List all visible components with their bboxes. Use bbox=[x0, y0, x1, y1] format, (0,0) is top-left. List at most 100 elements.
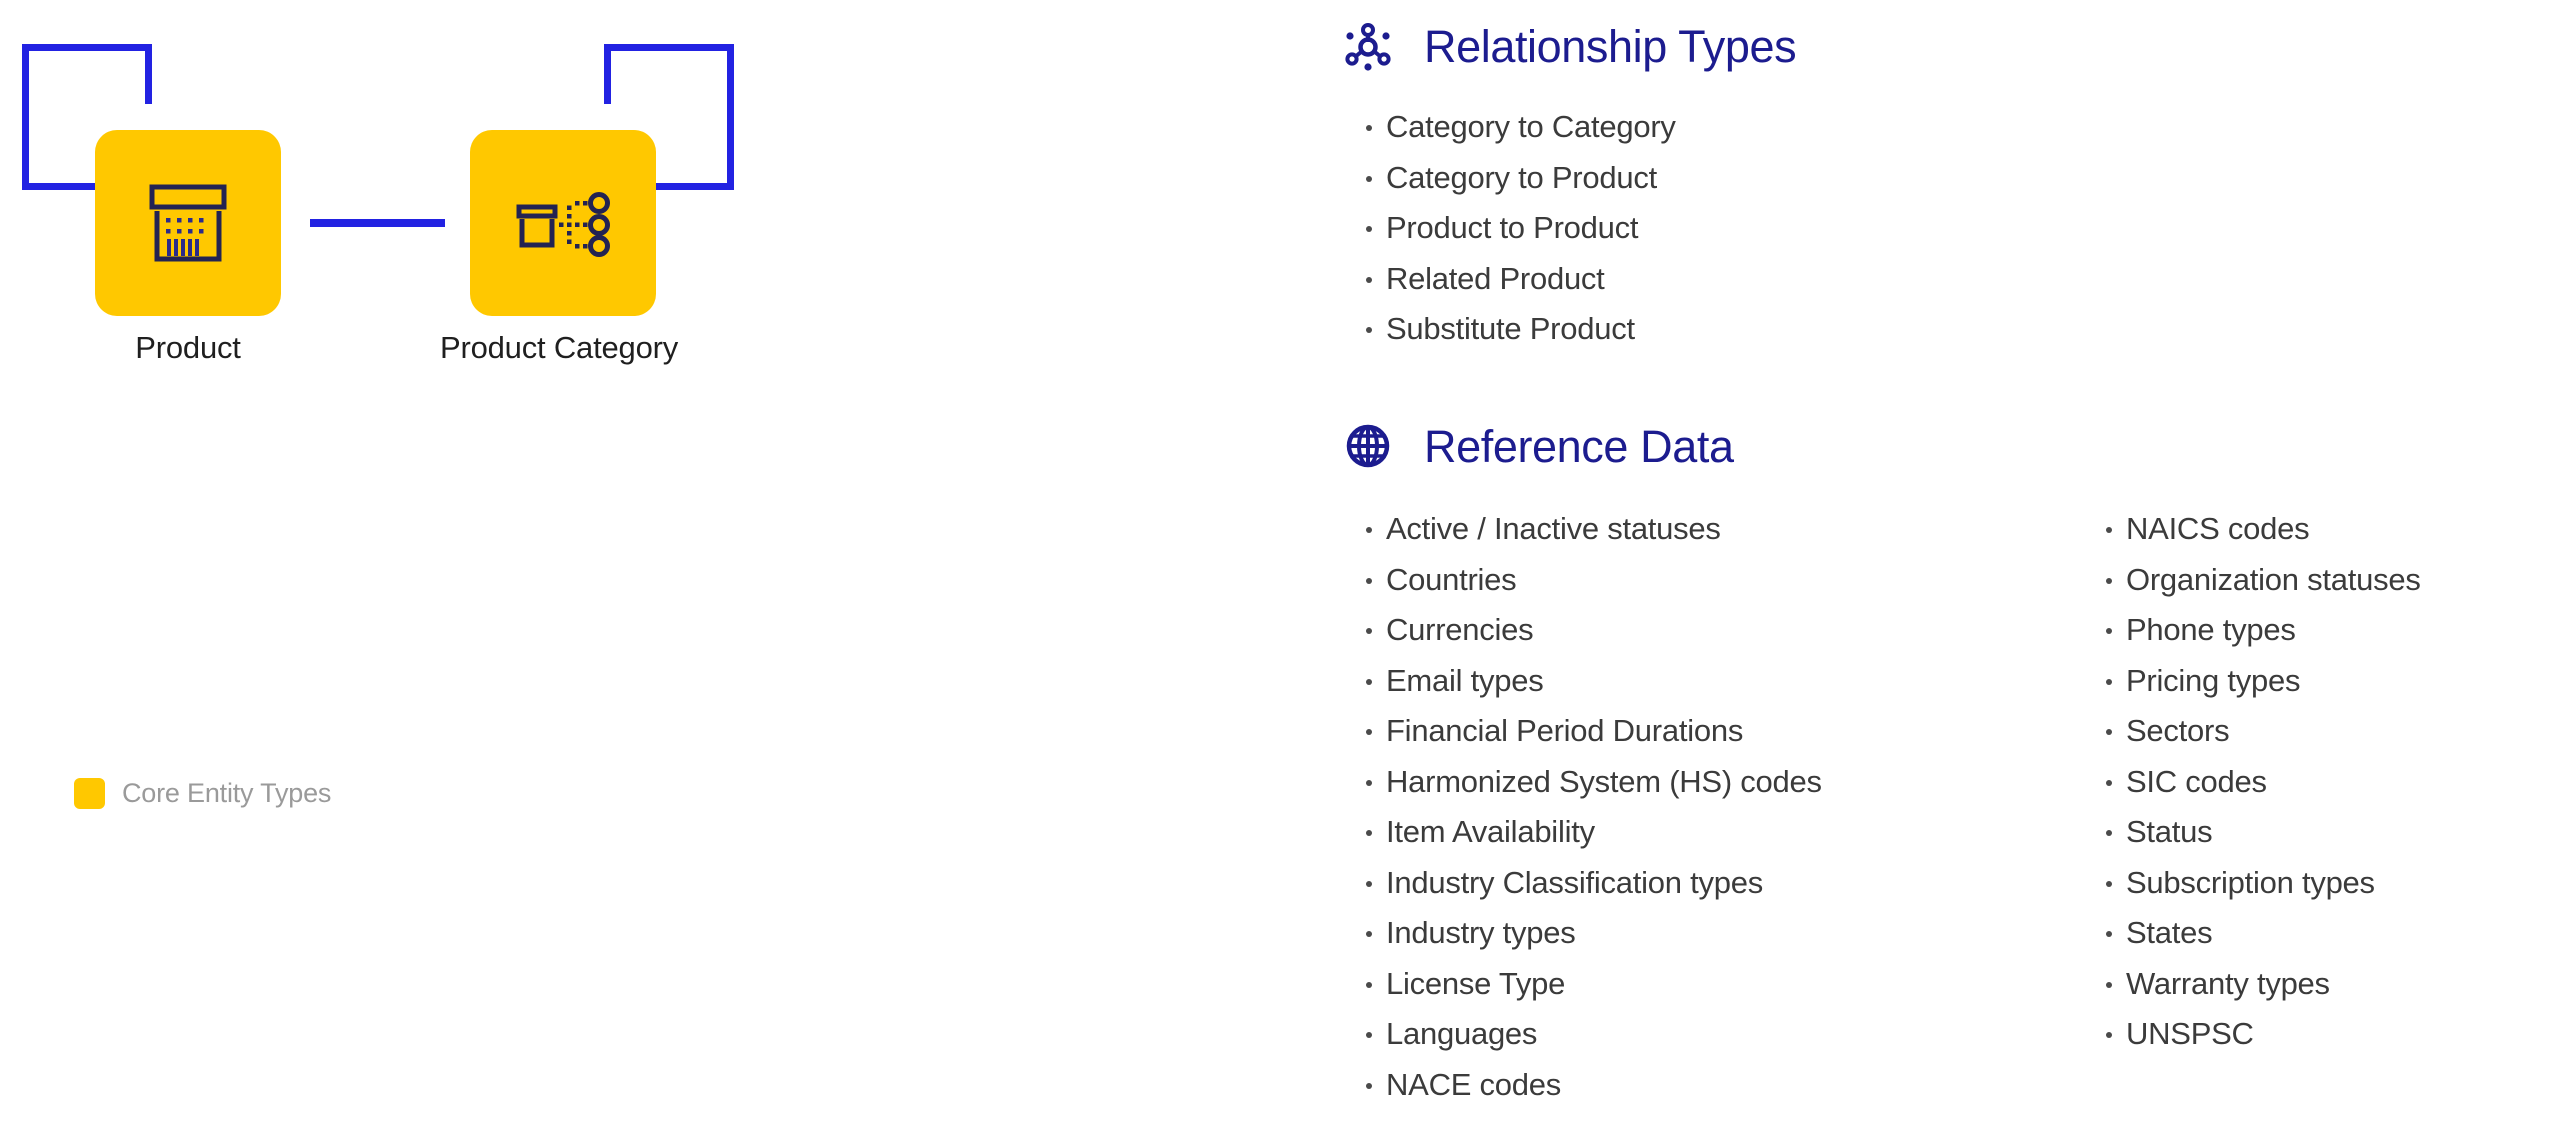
bullet-dot-icon bbox=[1366, 981, 1372, 988]
bullet-dot-icon bbox=[1366, 880, 1372, 887]
bullet-dot-icon bbox=[1366, 779, 1372, 786]
reference-data-item: Countries bbox=[1340, 555, 2080, 606]
reference-data-item-label: Item Availability bbox=[1386, 814, 1595, 849]
reference-data-item-label: NACE codes bbox=[1386, 1066, 1561, 1102]
reference-data-item-label: License Type bbox=[1386, 965, 1566, 1001]
bullet-dot-icon bbox=[1366, 577, 1372, 584]
legend-label-core-entity-types: Core Entity Types bbox=[122, 778, 332, 808]
reference-data-item: Industry types bbox=[1340, 908, 2080, 959]
bullet-dot-icon bbox=[2106, 880, 2112, 887]
reference-data-item-label: Status bbox=[2126, 814, 2213, 849]
reference-data-item-label: Organization statuses bbox=[2126, 561, 2421, 597]
legend: Core Entity Types bbox=[74, 778, 331, 809]
entity-label-product: Product bbox=[135, 330, 241, 365]
bullet-dot-icon bbox=[1366, 327, 1372, 333]
reference-data-item: UNSPSC bbox=[2080, 1009, 2550, 1060]
reference-data-item: Organization statuses bbox=[2080, 555, 2550, 606]
section-header: Reference Data bbox=[1340, 412, 2560, 480]
reference-data-item: Status bbox=[2080, 807, 2550, 858]
reference-data-column-left: Active / Inactive statuses Countries Curre… bbox=[1340, 504, 2080, 1110]
relationship-type-item: Category to Product bbox=[1340, 153, 2560, 204]
reference-data-item: Financial Period Durations bbox=[1340, 706, 2080, 757]
reference-data-item-label: Pricing types bbox=[2126, 662, 2301, 698]
reference-data-item-label: States bbox=[2126, 915, 2213, 950]
reference-data-item-label: Financial Period Durations bbox=[1386, 713, 1744, 748]
bullet-dot-icon bbox=[2106, 779, 2112, 786]
entity-card-product[interactable]: Product bbox=[95, 130, 281, 366]
reference-data-item: NAICS codes bbox=[2080, 504, 2550, 555]
reference-data-item-label: NAICS codes bbox=[2126, 511, 2310, 546]
reference-data-item: Subscription types bbox=[2080, 858, 2550, 909]
reference-data-item: Warranty types bbox=[2080, 959, 2550, 1010]
reference-data-item-label: Languages bbox=[1386, 1016, 1538, 1051]
section-title-reference-data: Reference Data bbox=[1424, 420, 1734, 472]
entity-diagram: Product Product Category Core Entity Typ… bbox=[0, 0, 1300, 1136]
bullet-dot-icon bbox=[2106, 981, 2112, 988]
entity-card-product-category[interactable]: Product Category bbox=[440, 130, 678, 366]
reference-data-item: Harmonized System (HS) codes bbox=[1340, 757, 2080, 808]
bullet-dot-icon bbox=[1366, 931, 1372, 937]
product-box-barcode-icon bbox=[149, 184, 227, 262]
bullet-dot-icon bbox=[1366, 125, 1372, 131]
relationship-type-item: Category to Category bbox=[1340, 102, 2560, 153]
bullet-dot-icon bbox=[1366, 729, 1372, 735]
globe-icon bbox=[1340, 418, 1396, 474]
relationship-type-item-label: Category to Product bbox=[1386, 159, 1657, 195]
reference-data-item: Pricing types bbox=[2080, 656, 2550, 707]
molecule-network-icon bbox=[1340, 18, 1396, 74]
bullet-dot-icon bbox=[1366, 628, 1372, 634]
reference-data-item-label: Currencies bbox=[1386, 612, 1534, 647]
section-reference-data: Reference Data Active / Inactive statuse… bbox=[1340, 412, 2560, 1110]
reference-data-item: Sectors bbox=[2080, 706, 2550, 757]
slide-canvas: Product Product Category Core Entity Typ… bbox=[0, 0, 2560, 1136]
section-title-relationship-types: Relationship Types bbox=[1424, 20, 1797, 72]
reference-data-item: States bbox=[2080, 908, 2550, 959]
entity-tile bbox=[470, 130, 656, 316]
bullet-dot-icon bbox=[2106, 1032, 2112, 1038]
bullet-dot-icon bbox=[2106, 931, 2112, 937]
relationship-type-item: Substitute Product bbox=[1340, 304, 2560, 355]
reference-data-item-label: Active / Inactive statuses bbox=[1386, 511, 1721, 546]
bullet-dot-icon bbox=[2106, 577, 2112, 584]
reference-data-item-label: Subscription types bbox=[2126, 864, 2375, 900]
relationship-types-list: Category to Category Category to Product P… bbox=[1340, 102, 2560, 355]
legend-swatch-core-entity-types bbox=[74, 778, 105, 809]
reference-data-item-label: Industry Classification types bbox=[1386, 864, 1763, 900]
bullet-dot-icon bbox=[2106, 628, 2112, 634]
reference-data-item-label: Industry types bbox=[1386, 915, 1576, 950]
bullet-dot-icon bbox=[2106, 830, 2112, 836]
relationship-type-item-label: Category to Category bbox=[1386, 109, 1676, 144]
reference-data-item: Item Availability bbox=[1340, 807, 2080, 858]
entity-label-product-category: Product Category bbox=[440, 330, 679, 365]
reference-data-item-label: Warranty types bbox=[2126, 965, 2330, 1001]
product-category-hierarchy-icon bbox=[516, 192, 610, 257]
reference-data-item-label: Harmonized System (HS) codes bbox=[1386, 763, 1822, 799]
reference-data-item-label: Email types bbox=[1386, 662, 1544, 698]
reference-data-columns: Active / Inactive statuses Countries Curre… bbox=[1340, 504, 2560, 1110]
reference-data-item-label: UNSPSC bbox=[2126, 1016, 2254, 1051]
bullet-dot-icon bbox=[1366, 276, 1372, 283]
section-relationship-types: Relationship Types Category to Category C… bbox=[1340, 12, 2560, 355]
entity-connector-line bbox=[310, 219, 445, 227]
bullet-dot-icon bbox=[1366, 830, 1372, 836]
bullet-dot-icon bbox=[1366, 527, 1372, 533]
reference-data-item: Phone types bbox=[2080, 605, 2550, 656]
entity-tile bbox=[95, 130, 281, 316]
relationship-type-item: Product to Product bbox=[1340, 203, 2560, 254]
reference-data-item: Languages bbox=[1340, 1009, 2080, 1060]
reference-data-item-label: Phone types bbox=[2126, 612, 2296, 647]
reference-data-list-right: NAICS codes Organization statuses Phone ty… bbox=[2080, 504, 2550, 1060]
bullet-dot-icon bbox=[2106, 527, 2112, 533]
bullet-dot-icon bbox=[2106, 678, 2112, 685]
reference-data-item: Currencies bbox=[1340, 605, 2080, 656]
reference-data-item: Active / Inactive statuses bbox=[1340, 504, 2080, 555]
reference-data-item-label: Countries bbox=[1386, 561, 1517, 597]
reference-data-item: NACE codes bbox=[1340, 1060, 2080, 1111]
bullet-dot-icon bbox=[2106, 729, 2112, 735]
relationship-type-item-label: Related Product bbox=[1386, 260, 1605, 296]
relationship-type-item-label: Substitute Product bbox=[1386, 311, 1635, 346]
bullet-dot-icon bbox=[1366, 226, 1372, 232]
reference-data-item-label: SIC codes bbox=[2126, 763, 2267, 799]
relationship-type-item-label: Product to Product bbox=[1386, 210, 1639, 245]
bullet-dot-icon bbox=[1366, 1032, 1372, 1038]
